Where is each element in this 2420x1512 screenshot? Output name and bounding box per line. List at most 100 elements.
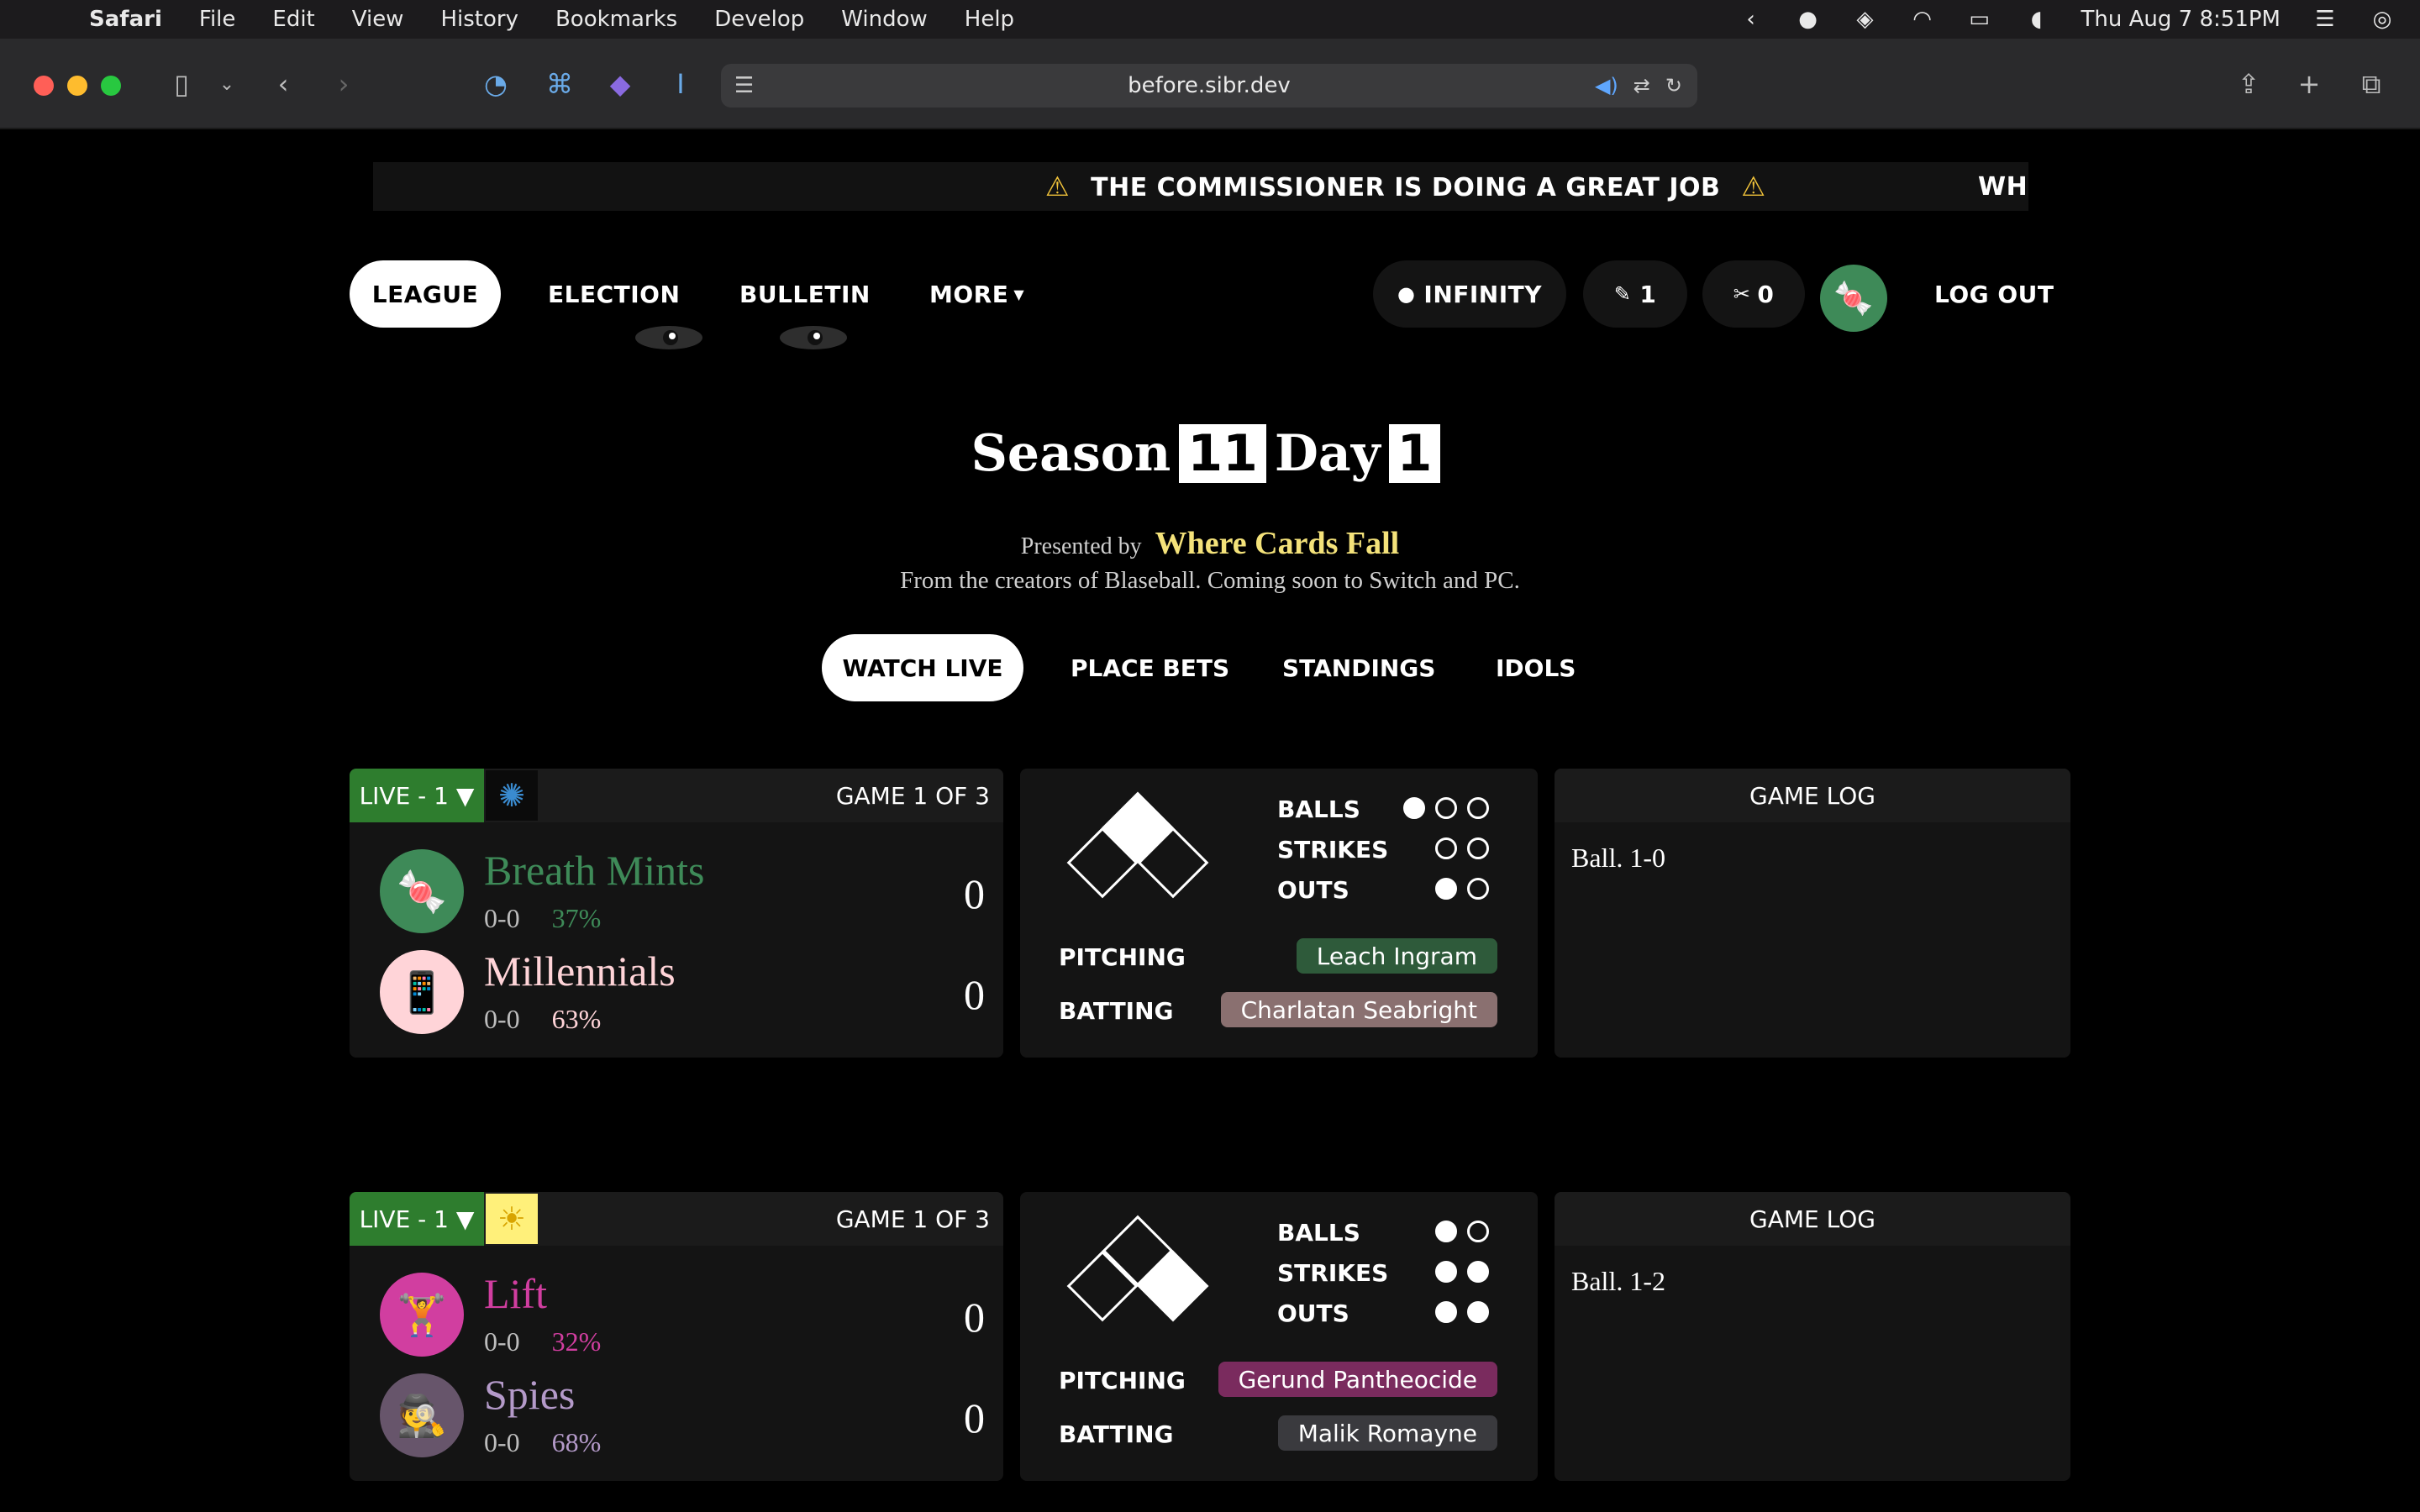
address-bar[interactable]: ☰ before.sibr.dev ◀) ⇄ ↻ xyxy=(721,64,1697,108)
nav-more[interactable]: MORE ▼ xyxy=(929,260,1024,328)
outs-dot xyxy=(1467,878,1489,900)
season-number: 11 xyxy=(1179,424,1266,483)
close-window-button[interactable] xyxy=(34,76,54,96)
team-name[interactable]: Spies xyxy=(484,1370,575,1419)
creators-tagline: From the creators of Blaseball. Coming s… xyxy=(900,567,1520,594)
menu-app-name[interactable]: Safari xyxy=(89,7,162,32)
team-score: 0 xyxy=(964,870,985,917)
tab-standings[interactable]: STANDINGS xyxy=(1282,634,1435,701)
votes-button[interactable]: ✎ 1 xyxy=(1583,260,1687,328)
back-icon[interactable]: ‹ xyxy=(271,67,296,101)
live-inning-badge[interactable]: LIVE - 1 ▼ xyxy=(350,769,484,822)
outs-dot xyxy=(1435,878,1457,900)
caret-down-icon: ▼ xyxy=(1013,286,1025,302)
favorite-team-avatar[interactable]: 🍬 xyxy=(1820,265,1887,332)
pitcher-name[interactable]: Leach Ingram xyxy=(1296,938,1497,974)
team-name[interactable]: Lift xyxy=(484,1269,547,1318)
extension-instapaper-icon[interactable]: I xyxy=(664,67,697,101)
extension-1-icon[interactable]: ◔ xyxy=(479,67,513,101)
votes-value: 1 xyxy=(1639,280,1657,308)
volume-icon[interactable]: ◖ xyxy=(2024,7,2049,32)
warning-icon: ⚠ xyxy=(1045,171,1071,202)
ticket-icon: ✎ xyxy=(1613,282,1632,306)
game-situation-panel: BALLS STRIKES OUTS PITCHING Leach Ingram… xyxy=(1020,769,1538,1058)
team-name[interactable]: Breath Mints xyxy=(484,846,704,895)
menu-window[interactable]: Window xyxy=(841,7,928,32)
team-name[interactable]: Millennials xyxy=(484,947,676,995)
menu-view[interactable]: View xyxy=(352,7,404,32)
coins-button[interactable]: ● INFINITY xyxy=(1373,260,1566,328)
menu-file[interactable]: File xyxy=(199,7,236,32)
layers-icon[interactable]: ◈ xyxy=(1853,7,1878,32)
game-scoreboard[interactable]: LIVE - 1 ▼ ✺ GAME 1 OF 3 🍬 Breath Mints … xyxy=(350,769,1003,1058)
drop-icon[interactable]: ● xyxy=(1796,7,1821,32)
audio-icon[interactable]: ◀) xyxy=(1595,74,1618,97)
menubar-clock[interactable]: Thu Aug 7 8:51PM xyxy=(2081,7,2281,32)
nav-league[interactable]: LEAGUE xyxy=(350,260,501,328)
tab-overview-icon[interactable]: ⧉ xyxy=(2354,67,2388,101)
translate-icon[interactable]: ⇄ xyxy=(1634,74,1650,97)
balls-dot xyxy=(1435,797,1457,819)
wifi-icon[interactable]: ◠ xyxy=(1910,7,1935,32)
batter-name[interactable]: Charlatan Seabright xyxy=(1220,992,1497,1027)
chevron-down-icon[interactable]: ⌄ xyxy=(217,67,237,101)
balls-dot xyxy=(1403,797,1425,819)
presented-by-line: Presented by Where Cards Fall xyxy=(0,525,2420,562)
team-row-away[interactable]: 🏋 Lift 0-0 32% 0 xyxy=(380,1270,985,1365)
blackhole-icon: ✺ xyxy=(486,770,538,821)
control-center-icon[interactable]: ☰ xyxy=(2312,7,2338,32)
team-row-away[interactable]: 🍬 Breath Mints 0-0 37% 0 xyxy=(380,846,985,942)
game-header: LIVE - 1 ▼ ✺ GAME 1 OF 3 xyxy=(350,769,1003,822)
tab-idols[interactable]: IDOLS xyxy=(1496,634,1576,701)
logout-link[interactable]: LOG OUT xyxy=(1934,260,2054,328)
battery-icon[interactable]: ▭ xyxy=(1967,7,1992,32)
tab-place-bets[interactable]: PLACE BETS xyxy=(1071,634,1229,701)
team-row-home[interactable]: 📱 Millennials 0-0 63% 0 xyxy=(380,947,985,1042)
day-number: 1 xyxy=(1388,424,1441,483)
page-content: ⚠ THE COMMISSIONER IS DOING A GREAT JOB … xyxy=(0,130,2420,1512)
reload-icon[interactable]: ↻ xyxy=(1665,74,1682,97)
extension-command-icon[interactable]: ⌘ xyxy=(543,67,576,101)
menu-edit[interactable]: Edit xyxy=(272,7,314,32)
balls-dot xyxy=(1435,1221,1457,1242)
sidebar-toggle-icon[interactable]: ▯ xyxy=(163,67,200,101)
live-inning-badge[interactable]: LIVE - 1 ▼ xyxy=(350,1192,484,1246)
menu-help[interactable]: Help xyxy=(965,7,1014,32)
menu-bookmarks[interactable]: Bookmarks xyxy=(555,7,677,32)
snacks-button[interactable]: ✂ 0 xyxy=(1702,260,1805,328)
team-row-home[interactable]: 🕵 Spies 0-0 68% 0 xyxy=(380,1370,985,1466)
new-tab-icon[interactable]: + xyxy=(2292,67,2326,101)
outs-indicator xyxy=(1435,878,1489,900)
minimize-window-button[interactable] xyxy=(67,76,87,96)
chevron-left-icon[interactable]: ‹ xyxy=(1739,7,1764,32)
outs-indicator xyxy=(1435,1301,1489,1323)
share-icon[interactable]: ⇪ xyxy=(2232,67,2265,101)
season-label: Season xyxy=(971,424,1171,483)
tab-watch-live[interactable]: WATCH LIVE xyxy=(822,634,1023,701)
extension-3-icon[interactable]: ◆ xyxy=(603,67,637,101)
outs-label: OUTS xyxy=(1277,876,1349,904)
game-scoreboard[interactable]: LIVE - 1 ▼ ☀ GAME 1 OF 3 🏋 Lift 0-0 32% 0… xyxy=(350,1192,1003,1481)
pitching-label: PITCHING xyxy=(1059,943,1186,971)
team-emoji-lift: 🏋 xyxy=(380,1273,464,1357)
menubar-status-area: ‹ ● ◈ ◠ ▭ ◖ Thu Aug 7 8:51PM ☰ ◎ xyxy=(1739,0,2395,39)
browser-toolbar: ▯ ⌄ ‹ › ◔ ⌘ ◆ I ☰ before.sibr.dev ◀) ⇄ ↻… xyxy=(0,39,2420,129)
nav-bulletin[interactable]: BULLETIN xyxy=(739,260,871,328)
team-score: 0 xyxy=(964,1294,985,1341)
batter-name[interactable]: Malik Romayne xyxy=(1277,1415,1497,1451)
game-log-panel: GAME LOG Ball. 1-2 xyxy=(1555,1192,2070,1481)
balls-label: BALLS xyxy=(1277,1219,1360,1247)
zoom-window-button[interactable] xyxy=(101,76,121,96)
sponsor-link[interactable]: Where Cards Fall xyxy=(1155,526,1400,561)
menu-develop[interactable]: Develop xyxy=(714,7,804,32)
coins-value: INFINITY xyxy=(1423,280,1543,308)
team-emoji-spies: 🕵 xyxy=(380,1373,464,1457)
coin-icon: ● xyxy=(1397,282,1416,306)
menu-history[interactable]: History xyxy=(440,7,518,32)
nav-election[interactable]: ELECTION xyxy=(548,260,680,328)
siri-icon[interactable]: ◎ xyxy=(2370,7,2395,32)
reader-icon[interactable]: ☰ xyxy=(734,73,754,98)
forward-icon[interactable]: › xyxy=(331,67,356,101)
pitcher-name[interactable]: Gerund Pantheocide xyxy=(1218,1362,1497,1397)
news-ticker: ⚠ THE COMMISSIONER IS DOING A GREAT JOB … xyxy=(373,162,2028,211)
